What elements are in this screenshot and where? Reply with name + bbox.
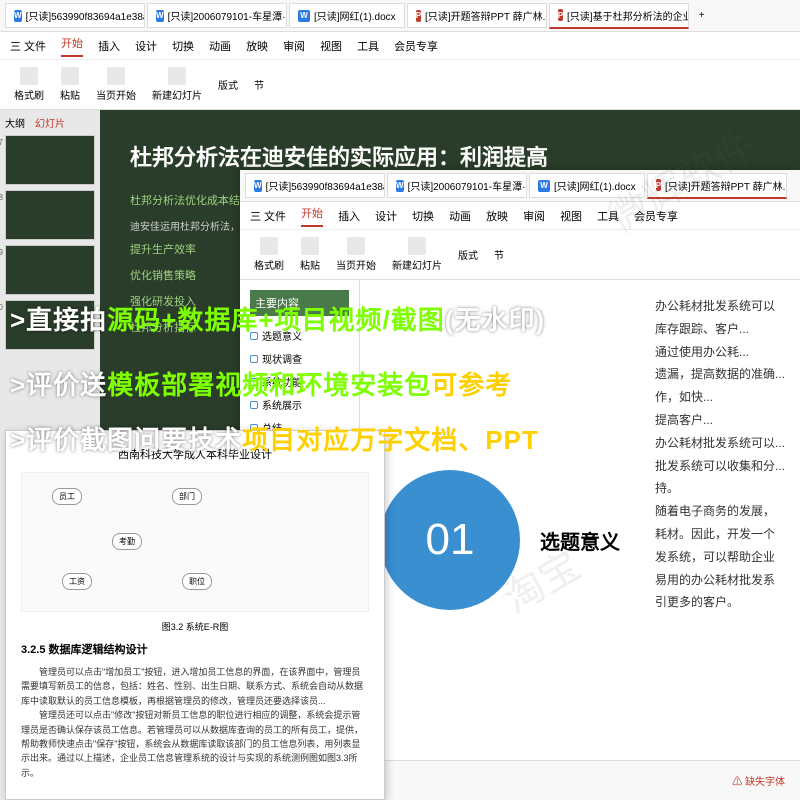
paste-button[interactable]: 粘贴 bbox=[56, 65, 84, 104]
diagram-node: 考勤 bbox=[112, 533, 142, 550]
menu-file[interactable]: 三 文件 bbox=[10, 38, 46, 54]
ppt-icon: P bbox=[558, 9, 563, 21]
ppt-icon: P bbox=[416, 10, 421, 22]
word-icon: W bbox=[298, 10, 310, 22]
promo-overlay-1: >直接拍源码+数据库+项目视频/截图(无水印) bbox=[10, 300, 545, 337]
doc-tab-active[interactable]: P[只读]基于杜邦分析法的企业... bbox=[549, 3, 689, 29]
doc-tab[interactable]: W[只读]网红(1).docx bbox=[529, 173, 645, 198]
menu-member[interactable]: 会员专享 bbox=[394, 38, 438, 54]
menu-view[interactable]: 视图 bbox=[320, 38, 342, 54]
ppt-icon: P bbox=[656, 179, 661, 191]
word-icon: W bbox=[538, 180, 550, 192]
promo-overlay-3: >评价截图问要技术项目对应万字文档、PPT bbox=[10, 420, 539, 457]
fromhere-button[interactable]: 当页开始 bbox=[92, 65, 140, 104]
menu-insert[interactable]: 插入 bbox=[338, 208, 360, 224]
slide-thumb[interactable]: 19 bbox=[5, 245, 95, 295]
menu-design[interactable]: 设计 bbox=[135, 38, 157, 54]
menu-tools[interactable]: 工具 bbox=[597, 208, 619, 224]
document-window: 西南科技大学成人本科毕业设计 员工 部门 考勤 工资 职位 图3.2 系统E-R… bbox=[5, 430, 385, 800]
menu-file[interactable]: 三 文件 bbox=[250, 208, 286, 224]
doc-tab-active[interactable]: P[只读]开题答辩PPT 薛广林... bbox=[647, 173, 787, 199]
doc-paragraph: 管理员还可以点击"修改"按钮对新员工信息的职位进行相应的调整，系统会提示管理员是… bbox=[21, 708, 369, 780]
diagram-node: 工资 bbox=[62, 573, 92, 590]
diagram-node: 员工 bbox=[52, 488, 82, 505]
doc-paragraph: 管理员可以点击"增加员工"按钮，进入增加员工信息的界面，在该界面中，管理员需要填… bbox=[21, 665, 369, 708]
doc-tab[interactable]: P[只读]开题答辩PPT 薛广林.pptx bbox=[407, 3, 547, 28]
number-circle: 01 bbox=[380, 470, 520, 610]
new-tab-button[interactable]: + bbox=[691, 10, 713, 21]
format-painter-button[interactable]: 格式刷 bbox=[250, 235, 288, 274]
document-body-text: 办公耗材批发系统可以库存跟踪、客户...通过使用办公耗... 遗漏，提高数据的准… bbox=[650, 290, 800, 619]
menu-review[interactable]: 审阅 bbox=[283, 38, 305, 54]
menu-review[interactable]: 审阅 bbox=[523, 208, 545, 224]
menu-tools[interactable]: 工具 bbox=[357, 38, 379, 54]
word-icon: W bbox=[396, 180, 404, 192]
doc-tab[interactable]: W[只读]563990f83694a1e38a4ff65c... bbox=[245, 173, 385, 198]
er-diagram: 员工 部门 考勤 工资 职位 bbox=[21, 472, 369, 612]
menu-bar-front: 三 文件 开始 插入 设计 切换 动画 放映 审阅 视图 工具 会员专享 bbox=[240, 202, 800, 230]
menu-transition[interactable]: 切换 bbox=[172, 38, 194, 54]
doc-tab[interactable]: W[只读]2006079101-车星潭·泸州福... bbox=[147, 3, 287, 28]
section-heading: 3.2.5 数据库逻辑结构设计 bbox=[21, 641, 369, 657]
toolbar-back: 格式刷 粘贴 当页开始 新建幻灯片 版式 节 bbox=[0, 60, 800, 110]
doc-tab[interactable]: W[只读]2006079101-车星潭·泸州福 bbox=[387, 173, 527, 198]
section-title: 选题意义 bbox=[540, 526, 620, 555]
doc-tab[interactable]: W[只读]网红(1).docx bbox=[289, 3, 405, 28]
tab-bar-back: W[只读]563990f83694a1e38a4ff65c... W[只读]20… bbox=[0, 0, 800, 32]
menu-show[interactable]: 放映 bbox=[246, 38, 268, 54]
format-painter-button[interactable]: 格式刷 bbox=[10, 65, 48, 104]
slide-thumb[interactable]: 18 bbox=[5, 190, 95, 240]
newslide-button[interactable]: 新建幻灯片 bbox=[148, 65, 206, 104]
menu-bar-back: 三 文件 开始 插入 设计 切换 动画 放映 审阅 视图 工具 会员专享 bbox=[0, 32, 800, 60]
fromhere-button[interactable]: 当页开始 bbox=[332, 235, 380, 274]
diagram-node: 部门 bbox=[172, 488, 202, 505]
slides-tab[interactable]: 幻灯片 bbox=[35, 115, 65, 130]
slide-thumb[interactable]: 17 bbox=[5, 135, 95, 185]
doc-tab[interactable]: W[只读]563990f83694a1e38a4ff65c... bbox=[5, 3, 145, 28]
word-icon: W bbox=[14, 10, 22, 22]
layout-button[interactable]: 版式 bbox=[214, 75, 242, 94]
diagram-node: 职位 bbox=[182, 573, 212, 590]
outline-tab[interactable]: 大纲 bbox=[5, 115, 25, 130]
figure-caption: 图3.2 系统E-R图 bbox=[21, 620, 369, 633]
layout-button[interactable]: 版式 bbox=[454, 245, 482, 264]
menu-start[interactable]: 开始 bbox=[61, 35, 83, 57]
section-button[interactable]: 节 bbox=[490, 245, 508, 264]
menu-transition[interactable]: 切换 bbox=[412, 208, 434, 224]
menu-show[interactable]: 放映 bbox=[486, 208, 508, 224]
menu-animation[interactable]: 动画 bbox=[449, 208, 471, 224]
menu-design[interactable]: 设计 bbox=[375, 208, 397, 224]
menu-member[interactable]: 会员专享 bbox=[634, 208, 678, 224]
word-icon: W bbox=[254, 180, 262, 192]
menu-animation[interactable]: 动画 bbox=[209, 38, 231, 54]
slide-title: 杜邦分析法在迪安佳的实际应用：利润提高 bbox=[130, 140, 770, 172]
newslide-button[interactable]: 新建幻灯片 bbox=[388, 235, 446, 274]
menu-view[interactable]: 视图 bbox=[560, 208, 582, 224]
paste-button[interactable]: 粘贴 bbox=[296, 235, 324, 274]
bullet-icon bbox=[250, 355, 258, 363]
menu-insert[interactable]: 插入 bbox=[98, 38, 120, 54]
missing-font-button[interactable]: ⚠ 缺失字体 bbox=[732, 773, 785, 788]
promo-overlay-2: >评价送模板部署视频和环境安装包可参考 bbox=[10, 365, 512, 402]
toolbar-front: 格式刷 粘贴 当页开始 新建幻灯片 版式 节 bbox=[240, 230, 800, 280]
word-icon: W bbox=[156, 10, 164, 22]
section-button[interactable]: 节 bbox=[250, 75, 268, 94]
tab-bar-front: W[只读]563990f83694a1e38a4ff65c... W[只读]20… bbox=[240, 170, 800, 202]
menu-start[interactable]: 开始 bbox=[301, 205, 323, 227]
